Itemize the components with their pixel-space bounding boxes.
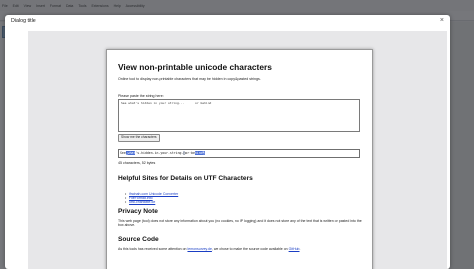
page-title: View non-printable unicode characters [118, 62, 272, 72]
output-text: 's-hidden-in-your-string. [135, 151, 184, 155]
source-code-text: As this tools has received some attentio… [118, 247, 362, 251]
output-text: or·be [185, 151, 195, 155]
character-count: 45 characters, 52 bytes [118, 161, 156, 165]
embedded-page: View non-printable unicode characters On… [106, 49, 373, 269]
helpful-links: ifrainah.com Unicode Converter FileForma… [125, 192, 178, 205]
character-output: See␣what's-hidden-in-your-string.□or·be​… [118, 149, 360, 158]
dialog-title: Dialog title [11, 18, 36, 24]
privacy-heading: Privacy Note [118, 208, 158, 215]
link-utf8-chartable[interactable]: utf8-chartable.de [125, 200, 178, 204]
output-text: See [120, 151, 126, 155]
link-lemonsurvey[interactable]: lemonsurvey.de [187, 247, 211, 251]
source-text: As this tools has received some attentio… [118, 247, 188, 251]
close-icon[interactable]: × [440, 17, 444, 24]
paste-label: Please paste the string here: [118, 94, 164, 98]
output-marked-char: ​hind [194, 151, 203, 155]
source-text: . [299, 247, 301, 251]
source-text: , we chose to make the source code avail… [211, 247, 289, 251]
dialog: Dialog title × View non-printable unicod… [5, 15, 450, 269]
dialog-header: Dialog title × [5, 15, 450, 26]
link-github[interactable]: GitHub [289, 247, 300, 251]
page-intro: Online tool to display non-printable cha… [118, 77, 261, 81]
show-characters-button[interactable]: Show me the characters [118, 134, 160, 142]
privacy-text: This web page (tool) does not store any … [118, 219, 362, 228]
helpful-sites-heading: Helpful Sites for Details on UTF Charact… [118, 175, 253, 182]
output-marked-char: ␣what [125, 151, 136, 155]
string-input[interactable]: See what's hidden in your string... or b… [118, 99, 360, 132]
dialog-body: View non-printable unicode characters On… [28, 31, 447, 269]
output-marked-char: ¶ [202, 151, 205, 155]
source-code-heading: Source Code [118, 236, 159, 243]
